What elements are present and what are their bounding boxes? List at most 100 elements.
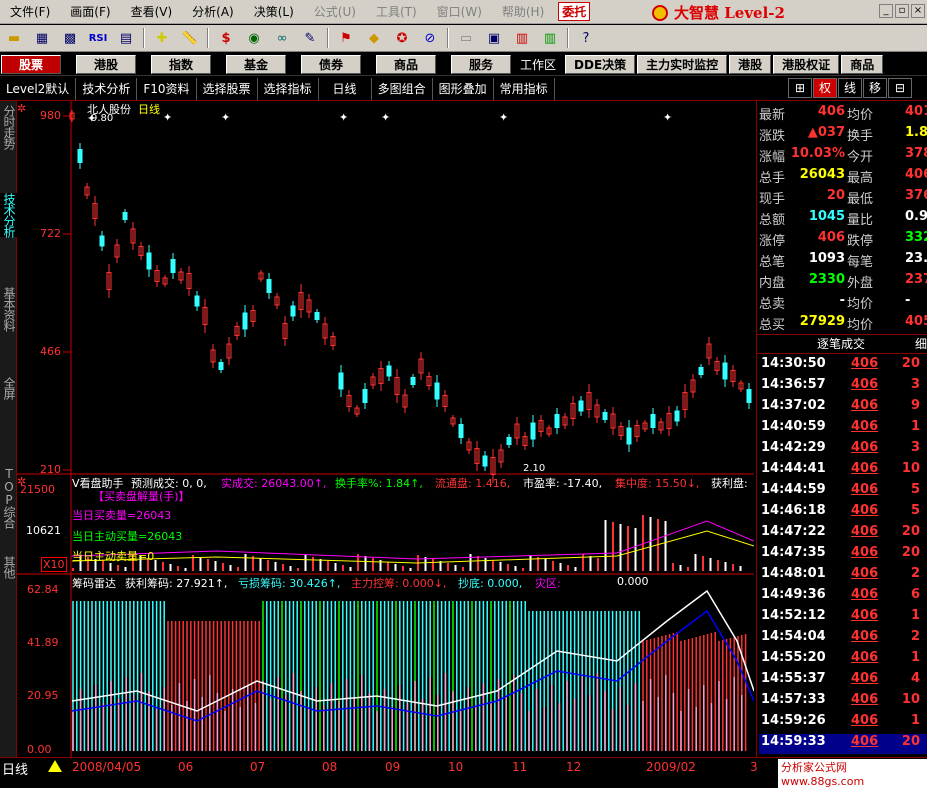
- tab-select-indicator[interactable]: 选择指标: [258, 77, 319, 100]
- quote-value: 27929: [799, 314, 845, 329]
- workspace-tab-dde[interactable]: DDE决策: [565, 54, 636, 74]
- trade-row[interactable]: 14:54:04 406 2: [759, 629, 927, 649]
- toggle-move[interactable]: 移: [863, 78, 887, 98]
- category-stocks[interactable]: 股票: [1, 54, 61, 74]
- trade-volume: 20: [901, 356, 920, 371]
- menu-file[interactable]: 文件(F): [0, 3, 60, 20]
- tab-multi-chart[interactable]: 多图组合: [372, 77, 433, 100]
- tab-select-stock[interactable]: 选择股票: [197, 77, 258, 100]
- workspace-tab-main-monitor[interactable]: 主力实时监控: [637, 54, 728, 74]
- star-icon[interactable]: ✪: [391, 28, 413, 49]
- category-bonds[interactable]: 债券: [301, 54, 361, 74]
- window-icon[interactable]: ▣: [483, 28, 505, 49]
- ruler-icon[interactable]: 📏: [179, 28, 201, 49]
- toggle-rights[interactable]: 权: [813, 78, 837, 98]
- tab-common-indicators[interactable]: 常用指标: [494, 77, 555, 100]
- candle-body: [506, 437, 512, 445]
- category-services[interactable]: 服务: [451, 54, 511, 74]
- dollar-icon[interactable]: $: [215, 28, 237, 49]
- tab-technical[interactable]: 技术分析: [76, 77, 138, 100]
- workspace-tab-hk-warrant[interactable]: 港股权证: [773, 54, 840, 74]
- trade-row[interactable]: 14:59:26 406 1: [759, 713, 927, 733]
- category-commodities[interactable]: 商品: [376, 54, 436, 74]
- toggle-grid[interactable]: ⊞: [788, 78, 812, 98]
- trade-row[interactable]: 14:46:18 406 5: [759, 503, 927, 523]
- sidebar-tab-fullscreen[interactable]: 全屏: [0, 377, 17, 399]
- minute-chart-icon[interactable]: ▦: [31, 28, 53, 49]
- entrust-button[interactable]: 委托: [558, 2, 591, 21]
- chart-area[interactable]: ✦ ✦ ✦ ✦ ✦ ✦ ✦ ✲ 北人股份 日线 980 722 466 210 9.80 2…: [17, 101, 754, 777]
- sidebar-tab-timeshare[interactable]: 分时走势: [0, 105, 17, 149]
- category-hk-stocks[interactable]: 港股: [76, 54, 136, 74]
- trade-row[interactable]: 14:40:59 406 1: [759, 419, 927, 439]
- print-icon[interactable]: ▭: [455, 28, 477, 49]
- menu-screen[interactable]: 画面(F): [60, 3, 120, 20]
- category-index[interactable]: 指数: [151, 54, 211, 74]
- signal-icon[interactable]: ◉: [243, 28, 265, 49]
- sidebar-tab-other[interactable]: 其他: [0, 556, 17, 578]
- rsi-icon[interactable]: RSI: [87, 28, 109, 49]
- workspace-tab-commodity[interactable]: 商品: [841, 54, 884, 74]
- books-icon[interactable]: ▥: [539, 28, 561, 49]
- trade-row[interactable]: 14:52:12 406 1: [759, 608, 927, 628]
- flag-icon[interactable]: ⚑: [335, 28, 357, 49]
- category-funds[interactable]: 基金: [226, 54, 286, 74]
- trade-row[interactable]: 14:55:37 406 4: [759, 671, 927, 691]
- help-cursor-icon[interactable]: ?: [575, 28, 597, 49]
- trade-price: 406: [851, 398, 879, 413]
- table-icon[interactable]: ▤: [115, 28, 137, 49]
- menu-formula[interactable]: 公式(U): [304, 3, 366, 20]
- tab-f10[interactable]: F10资料: [137, 77, 197, 100]
- menu-view[interactable]: 查看(V): [121, 3, 183, 20]
- tab-level2-default[interactable]: Level2默认: [0, 77, 77, 100]
- menu-decision[interactable]: 决策(L): [244, 3, 304, 20]
- trade-row[interactable]: 14:47:35 406 20: [759, 545, 927, 565]
- toggle-line[interactable]: 线: [838, 78, 862, 98]
- sidebar-tab-basic[interactable]: 基本资料: [0, 287, 17, 331]
- sidebar-tab-technical[interactable]: 技术分析: [0, 193, 17, 237]
- trade-price: 406: [851, 650, 879, 665]
- menu-window[interactable]: 窗口(W): [427, 3, 492, 20]
- trade-row[interactable]: 14:47:22 406 20: [759, 524, 927, 544]
- settings-icon[interactable]: ✲: [17, 102, 26, 115]
- kline-icon[interactable]: ▩: [59, 28, 81, 49]
- trade-row[interactable]: 14:57:33 406 10: [759, 692, 927, 712]
- calendar-icon[interactable]: ▥: [511, 28, 533, 49]
- crosshair-icon[interactable]: ✚: [151, 28, 173, 49]
- trade-row[interactable]: 14:48:01 406 2: [759, 566, 927, 586]
- tab-daily[interactable]: 日线: [319, 77, 372, 100]
- trade-row[interactable]: 14:49:36 406 6: [759, 587, 927, 607]
- close-icon[interactable]: ×: [911, 4, 925, 18]
- trade-row[interactable]: 14:55:20 406 1: [759, 650, 927, 670]
- candle-body: [746, 389, 752, 403]
- trade-row[interactable]: 14:30:50 406 20: [759, 356, 927, 376]
- quote-value: 406: [817, 230, 845, 245]
- menu-analysis[interactable]: 分析(A): [182, 3, 244, 20]
- diamond-icon[interactable]: ◆: [363, 28, 385, 49]
- chart-canvas[interactable]: ✦ ✦ ✦ ✦ ✦ ✦ ✦: [17, 101, 754, 757]
- workspace-tab-hk[interactable]: 港股: [729, 54, 772, 74]
- period-triangle-icon[interactable]: [48, 760, 62, 772]
- compass-icon[interactable]: ⊘: [419, 28, 441, 49]
- trade-row[interactable]: 14:59:33 406 20: [759, 734, 927, 754]
- binoculars-icon[interactable]: ∞: [271, 28, 293, 49]
- toggle-panel[interactable]: ⊟: [888, 78, 912, 98]
- pen-icon[interactable]: ✎: [299, 28, 321, 49]
- trade-row[interactable]: 14:44:59 406 5: [759, 482, 927, 502]
- trades-detail-toggle[interactable]: 细: [915, 335, 927, 353]
- trade-row[interactable]: 14:37:02 406 9: [759, 398, 927, 418]
- minimize-icon[interactable]: _: [879, 4, 893, 18]
- menu-help[interactable]: 帮助(H): [492, 3, 554, 20]
- trade-time: 14:55:37: [761, 671, 826, 686]
- y-tick-chip-3: 0.00: [27, 743, 52, 756]
- trade-row[interactable]: 14:44:41 406 10: [759, 461, 927, 481]
- trade-row[interactable]: 14:36:57 406 3: [759, 377, 927, 397]
- signal-marker: ✦: [499, 111, 508, 124]
- restore-icon[interactable]: ▫: [895, 4, 909, 18]
- sidebar-tab-top[interactable]: TOP综合: [0, 467, 17, 528]
- trade-row[interactable]: 14:42:29 406 3: [759, 440, 927, 460]
- menu-tools[interactable]: 工具(T): [366, 3, 427, 20]
- signal-marker: ✦: [663, 111, 672, 124]
- open-folder-icon[interactable]: ▬: [3, 28, 25, 49]
- tab-overlay[interactable]: 图形叠加: [433, 77, 494, 100]
